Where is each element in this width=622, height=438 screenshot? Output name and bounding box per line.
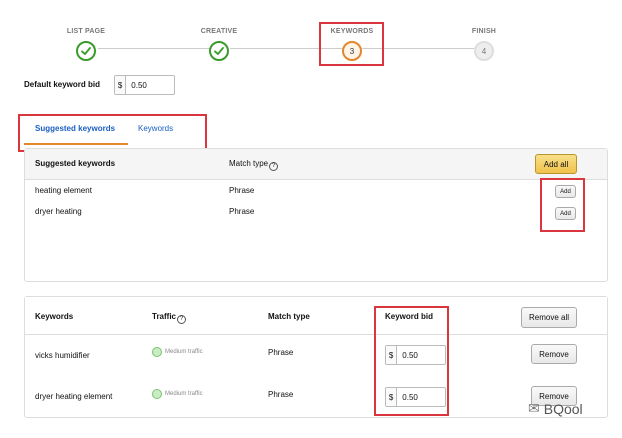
step-number: 3 [342, 41, 362, 61]
keywords-table-header [25, 297, 607, 335]
keyword-match-type: Phrase [268, 390, 294, 399]
traffic-dot-icon [152, 347, 162, 357]
default-bid-field: $ [114, 75, 175, 95]
active-tab-indicator [24, 143, 128, 145]
help-icon[interactable]: ? [269, 162, 279, 171]
keyword-bid-field: $ [385, 345, 446, 365]
keyword-text: vicks humidifier [35, 351, 90, 360]
step-keywords: KEYWORDS 3 [312, 28, 392, 61]
tab-keywords[interactable]: Keywords [138, 124, 173, 133]
traffic-text: Medium traffic [165, 349, 203, 355]
step-list-page: LIST PAGE [46, 28, 126, 61]
column-header-traffic: Traffic? [152, 312, 187, 324]
watermark: ✉ BQool [528, 400, 583, 417]
step-finish: FINISH 4 [444, 28, 524, 61]
column-header-match-type: Match type [268, 312, 310, 321]
watermark-text: BQool [543, 400, 583, 417]
chat-bubble-icon: ✉ [528, 400, 540, 416]
tab-suggested-keywords[interactable]: Suggested keywords [35, 124, 115, 133]
keyword-bid-field: $ [385, 387, 446, 407]
keyword-bid-input[interactable] [397, 346, 445, 364]
remove-all-button[interactable]: Remove all [521, 307, 577, 328]
suggested-keyword: heating element [35, 186, 92, 195]
currency-symbol: $ [115, 76, 127, 94]
traffic-indicator: Medium traffic [152, 389, 203, 399]
currency-symbol: $ [386, 388, 398, 406]
suggested-keyword: dryer heating [35, 207, 82, 216]
traffic-text: Medium traffic [165, 391, 203, 397]
column-header-suggested-keywords: Suggested keywords [35, 159, 116, 168]
help-icon[interactable]: ? [177, 315, 187, 324]
add-all-button[interactable]: Add all [535, 154, 577, 174]
default-bid-label: Default keyword bid [24, 80, 101, 89]
remove-button[interactable]: Remove [531, 344, 577, 364]
suggested-match-type: Phrase [229, 186, 255, 195]
step-label: KEYWORDS [330, 28, 374, 35]
keywords-panel: Keywords Traffic? Match type Keyword bid… [24, 296, 608, 418]
keyword-text: dryer heating element [35, 392, 113, 401]
step-label: FINISH [471, 28, 497, 35]
traffic-indicator: Medium traffic [152, 347, 203, 357]
traffic-dot-icon [152, 389, 162, 399]
highlight-box-tabs [18, 114, 207, 152]
step-label: CREATIVE [200, 28, 238, 35]
match-type-label: Match type [229, 159, 269, 168]
currency-symbol: $ [386, 346, 398, 364]
step-number: 4 [474, 41, 494, 61]
default-bid-input[interactable] [126, 76, 174, 94]
step-label: LIST PAGE [66, 28, 106, 35]
column-header-match-type: Match type? [229, 159, 279, 171]
add-button[interactable]: Add [555, 185, 576, 198]
column-header-keywords: Keywords [35, 312, 74, 321]
keyword-bid-input[interactable] [397, 388, 445, 406]
step-creative: CREATIVE [179, 28, 259, 61]
suggested-keywords-panel: Suggested keywords Match type? Add all h… [24, 148, 608, 282]
traffic-label: Traffic [152, 312, 177, 321]
check-icon [209, 41, 229, 61]
check-icon [76, 41, 96, 61]
keyword-match-type: Phrase [268, 348, 294, 357]
column-header-keyword-bid: Keyword bid [385, 312, 434, 321]
suggested-match-type: Phrase [229, 207, 255, 216]
add-button[interactable]: Add [555, 207, 576, 220]
